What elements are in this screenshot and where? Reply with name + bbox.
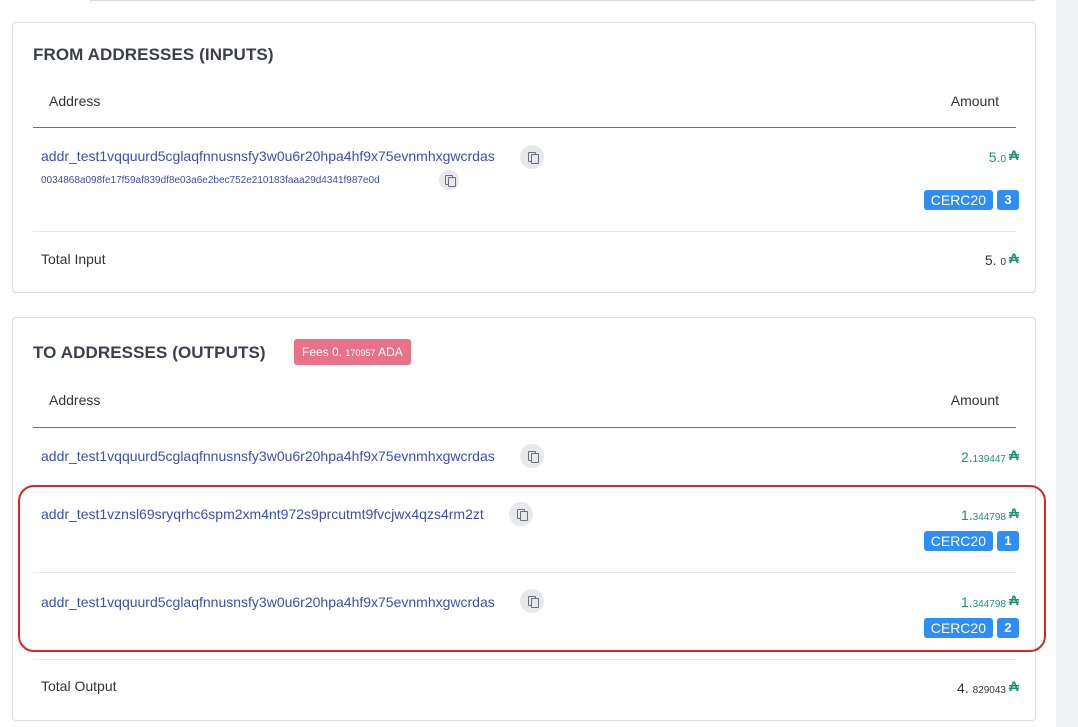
copy-icon[interactable]	[520, 589, 544, 613]
output-amount: 1.344798	[960, 594, 1006, 610]
outputs-header-divider	[33, 427, 1016, 428]
output-address-link[interactable]: addr_test1vqquurd5cglaqfnnusnsfy3w0u6r20…	[41, 448, 495, 464]
total-input-label: Total Input	[41, 251, 106, 267]
fees-badge: Fees 0. 170957 ADA	[294, 339, 411, 365]
inputs-card: FROM ADDRESSES (INPUTS) Address Amount a…	[12, 22, 1036, 293]
output-amount: 1.344798	[960, 507, 1006, 523]
inputs-address-header: Address	[49, 93, 101, 109]
inputs-header-divider	[33, 127, 1016, 128]
token-badge[interactable]: CERC20	[923, 531, 993, 551]
output-address-link[interactable]: addr_test1vznsl69sryqrhc6spm2xm4nt972s9p…	[41, 506, 484, 522]
input-token-row: CERC20 3	[923, 190, 1019, 210]
outputs-amount-header: Amount	[950, 392, 999, 408]
outputs-total-divider	[33, 659, 1016, 660]
input-tx-hash-link[interactable]: 0034868a098fe17f59af839df8e03a6e2bec752e…	[41, 175, 380, 186]
inputs-total-divider	[33, 231, 1016, 232]
token-count-badge[interactable]: 2	[997, 618, 1019, 638]
output-address-link[interactable]: addr_test1vqquurd5cglaqfnnusnsfy3w0u6r20…	[41, 594, 495, 610]
token-badge[interactable]: CERC20	[923, 190, 993, 210]
ada-icon: ₳	[1008, 447, 1019, 463]
token-count-badge[interactable]: 1	[997, 531, 1019, 551]
token-count-badge[interactable]: 3	[997, 190, 1019, 210]
total-output-amount: 4. 829043	[957, 680, 1006, 696]
input-address-link[interactable]: addr_test1vqquurd5cglaqfnnusnsfy3w0u6r20…	[41, 148, 495, 164]
output-amount: 2.139447	[960, 449, 1006, 465]
ada-icon: ₳	[1008, 250, 1019, 266]
ada-icon: ₳	[1008, 678, 1019, 694]
total-output-label: Total Output	[41, 678, 117, 694]
total-input-amount: 5. 0	[984, 252, 1006, 268]
tab-bar-edge	[90, 0, 1035, 2]
copy-icon[interactable]	[520, 444, 544, 468]
output-token-row: CERC20 2	[923, 618, 1019, 638]
ada-icon: ₳	[1008, 147, 1019, 163]
output-row-divider	[33, 485, 1016, 486]
ada-icon: ₳	[1008, 592, 1019, 608]
output-row-divider	[33, 572, 1016, 573]
ada-icon: ₳	[1008, 505, 1019, 521]
output-token-row: CERC20 1	[923, 531, 1019, 551]
input-amount: 5.0	[988, 149, 1006, 165]
outputs-card: TO ADDRESSES (OUTPUTS) Fees 0. 170957 AD…	[12, 317, 1036, 721]
outputs-address-header: Address	[49, 392, 101, 408]
copy-icon[interactable]	[509, 502, 533, 526]
copy-icon[interactable]	[439, 170, 459, 190]
inputs-title: FROM ADDRESSES (INPUTS)	[33, 45, 274, 64]
inputs-amount-header: Amount	[950, 93, 999, 109]
copy-icon[interactable]	[520, 145, 544, 169]
page-scrollbar-track[interactable]	[1056, 0, 1078, 727]
token-badge[interactable]: CERC20	[923, 618, 993, 638]
outputs-title: TO ADDRESSES (OUTPUTS)	[33, 343, 266, 362]
